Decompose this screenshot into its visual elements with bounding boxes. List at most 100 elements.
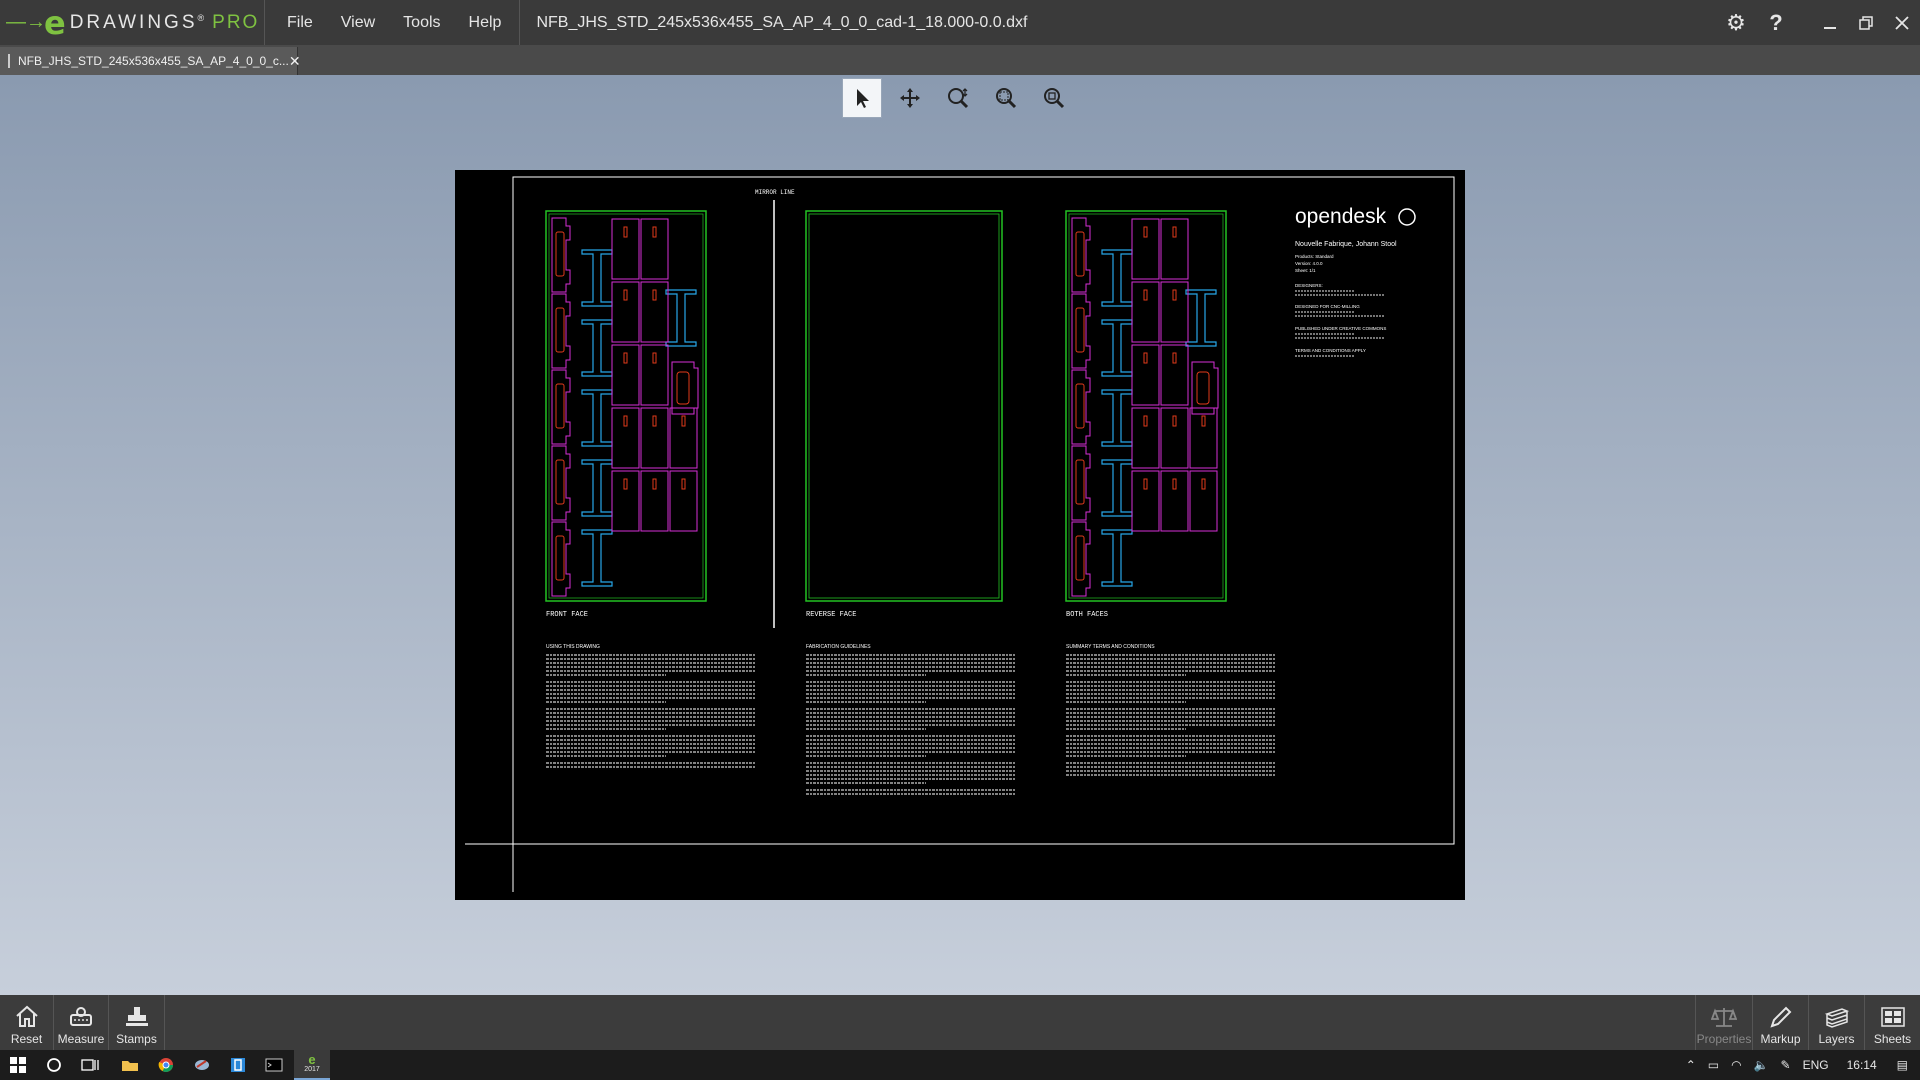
- stamp-icon: [125, 1007, 148, 1026]
- product-name: Nouvelle Fabrique, Johann Stool: [1295, 241, 1397, 248]
- tray-chevron-up-icon[interactable]: ⌃: [1686, 1058, 1696, 1072]
- slot-cut: [1201, 415, 1206, 427]
- document-tab[interactable]: NFB_JHS_STD_245x536x455_SA_AP_4_0_0_c...…: [0, 47, 301, 75]
- notes-heading-using: USING THIS DRAWING: [546, 644, 600, 650]
- seat-panel-part: [1160, 218, 1189, 280]
- zoom-button[interactable]: [938, 78, 978, 118]
- battery-icon[interactable]: ▭: [1708, 1058, 1719, 1072]
- pencil-icon: [1769, 1006, 1791, 1028]
- seat-panel-part: [1160, 407, 1189, 469]
- markup-button[interactable]: Markup: [1753, 995, 1809, 1050]
- seat-panel-part: [640, 407, 669, 469]
- seat-panel-part: [640, 470, 669, 532]
- layers-button[interactable]: Layers: [1809, 995, 1865, 1050]
- folder-icon: [122, 1061, 138, 1071]
- leg-part-outline: [551, 521, 571, 597]
- slot-cut: [1172, 415, 1177, 427]
- leg-part-outline: [1191, 361, 1219, 415]
- task-view-button[interactable]: [72, 1050, 108, 1080]
- reverse-face-sheet: [805, 210, 1003, 602]
- app-icon: [195, 1060, 209, 1070]
- seat-panel-part: [1131, 407, 1160, 469]
- stretcher-part: [1101, 249, 1133, 307]
- sheets-icon: [1880, 1007, 1905, 1027]
- product-meta-3: Sheet: 1/1: [1295, 268, 1316, 273]
- leg-part-outline: [671, 361, 699, 415]
- taskbar-command-prompt[interactable]: [256, 1050, 292, 1080]
- opendesk-logo-mark-icon: [1398, 208, 1416, 226]
- search-circle-icon: [47, 1058, 61, 1072]
- seat-panel-part: [640, 218, 669, 280]
- taskbar-chrome[interactable]: [148, 1050, 184, 1080]
- notes-heading-terms: SUMMARY TERMS AND CONDITIONS: [1066, 644, 1155, 650]
- tab-bar: NFB_JHS_STD_245x536x455_SA_AP_4_0_0_c...…: [0, 45, 1920, 75]
- start-button[interactable]: [0, 1050, 36, 1080]
- sheets-button[interactable]: Sheets: [1865, 995, 1920, 1050]
- menu-view[interactable]: View: [327, 0, 389, 45]
- menu-file[interactable]: File: [273, 0, 327, 45]
- menu-help[interactable]: Help: [455, 0, 516, 45]
- restore-button[interactable]: [1848, 0, 1884, 45]
- notes-heading-fabrication: FABRICATION GUIDELINES: [806, 644, 871, 650]
- select-arrow-icon: [857, 89, 869, 108]
- seat-panel-part: [669, 407, 698, 469]
- zoom-to-area-button[interactable]: [986, 78, 1026, 118]
- measure-button[interactable]: Measure: [54, 995, 109, 1050]
- mirror-line-label: MIRROR LINE: [755, 189, 795, 196]
- notifications-icon[interactable]: ▤: [1897, 1058, 1908, 1072]
- terminal-icon: [265, 1058, 283, 1072]
- close-icon: [1895, 15, 1909, 30]
- minimize-button[interactable]: [1812, 0, 1848, 45]
- measure-label: Measure: [57, 1032, 105, 1046]
- zoom-icon: [948, 88, 969, 109]
- select-button[interactable]: [842, 78, 882, 118]
- settings-gear-icon[interactable]: ⚙: [1716, 0, 1756, 45]
- language-indicator[interactable]: ENG: [1803, 1058, 1829, 1072]
- pan-icon: [900, 88, 920, 108]
- properties-label: Properties: [1696, 1032, 1752, 1046]
- seat-panel-part: [611, 218, 640, 280]
- zoom-to-fit-icon: [1044, 88, 1065, 109]
- sheets-label: Sheets: [1873, 1032, 1912, 1046]
- zoom-to-fit-button[interactable]: [1034, 78, 1074, 118]
- taskbar-file-explorer[interactable]: [112, 1050, 148, 1080]
- stretcher-part: [1101, 459, 1133, 517]
- search-button[interactable]: [36, 1050, 72, 1080]
- leg-part-outline: [551, 293, 571, 369]
- reset-button[interactable]: Reset: [0, 995, 54, 1050]
- close-button[interactable]: [1884, 0, 1920, 45]
- tab-close-icon[interactable]: ✕: [289, 53, 301, 70]
- restore-icon: [1859, 15, 1873, 30]
- help-icon[interactable]: ?: [1756, 0, 1796, 45]
- windows-taskbar: e 2017 ⌃ ▭ ◠ 🔈 ✎ ENG 16:14 ▤: [0, 1050, 1920, 1080]
- volume-muted-icon[interactable]: 🔈: [1754, 1058, 1769, 1072]
- properties-button[interactable]: Properties: [1695, 995, 1753, 1050]
- stock-sheet-inner: [548, 213, 704, 599]
- app-logo: —→ e DRAWINGS ® PRO: [0, 0, 265, 45]
- stamps-button[interactable]: Stamps: [109, 995, 165, 1050]
- system-tray: ⌃ ▭ ◠ 🔈 ✎ ENG 16:14 ▤: [1680, 1050, 1920, 1080]
- logo-arrow-icon: —→: [6, 11, 46, 33]
- taskbar-app-blue[interactable]: [220, 1050, 256, 1080]
- clock[interactable]: 16:14: [1847, 1058, 1877, 1072]
- task-view-icon: [81, 1059, 99, 1071]
- slot-cut: [1143, 478, 1148, 490]
- taskbar-app-pencil[interactable]: [184, 1050, 220, 1080]
- slot-cut: [652, 478, 657, 490]
- taskbar-edrawings[interactable]: e 2017: [294, 1050, 330, 1080]
- slot-cut: [1172, 352, 1177, 364]
- seat-panel-part: [1131, 344, 1160, 406]
- leg-part-outline: [551, 217, 571, 293]
- menu-tools[interactable]: Tools: [389, 0, 454, 45]
- seat-panel-part: [669, 470, 698, 532]
- slot-cut: [681, 415, 686, 427]
- network-icon[interactable]: ◠: [1731, 1058, 1741, 1072]
- leg-part-outline: [1071, 217, 1091, 293]
- logo-e-icon: e: [44, 3, 66, 42]
- stamps-label: Stamps: [116, 1032, 157, 1046]
- pen-icon[interactable]: ✎: [1781, 1058, 1791, 1072]
- pan-button[interactable]: [890, 78, 930, 118]
- seat-panel-part: [1131, 218, 1160, 280]
- both-faces-sheet: [1065, 210, 1227, 602]
- drawing-sheet[interactable]: MIRROR LINE FRONT FACE REVERSE FACE BOTH…: [455, 170, 1465, 900]
